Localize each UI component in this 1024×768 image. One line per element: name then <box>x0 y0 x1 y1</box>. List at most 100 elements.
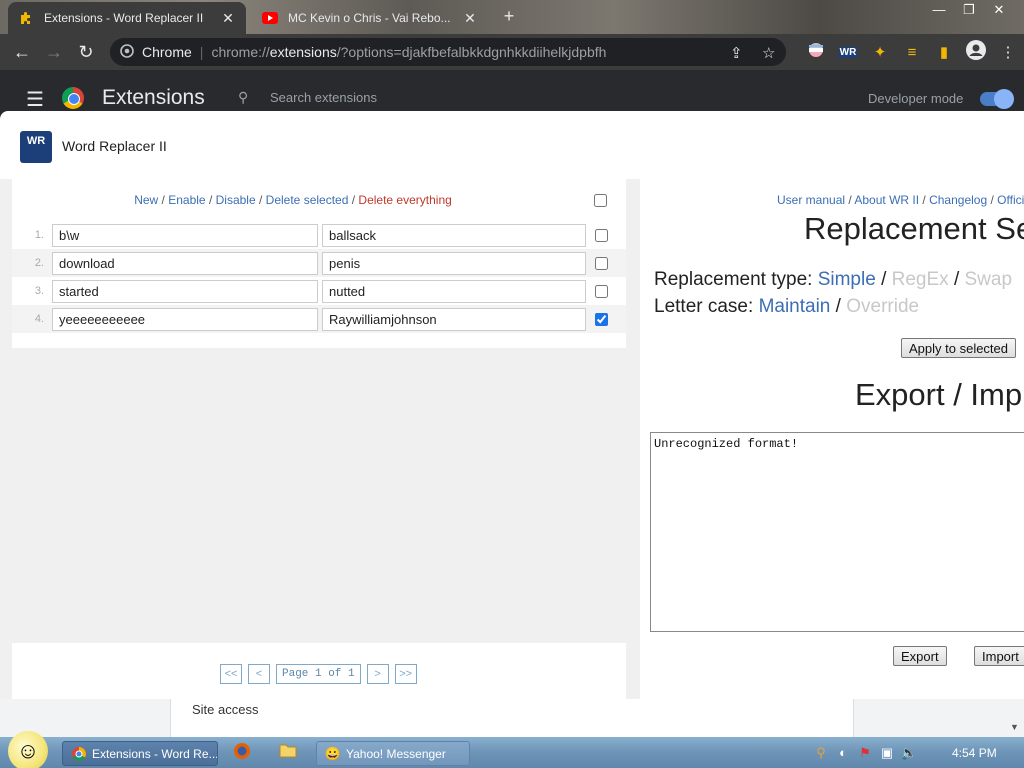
replace-input[interactable] <box>322 307 586 331</box>
tab-close-icon[interactable]: ✕ <box>220 10 236 27</box>
last-page-button[interactable]: >> <box>394 664 417 684</box>
separator: / <box>255 193 266 207</box>
user-manual-link[interactable]: User manual <box>777 193 845 207</box>
address-bar[interactable]: Chrome | chrome:// extensions /?options=… <box>110 38 786 66</box>
rule-actions: New / Enable / Disable / Delete selected… <box>12 193 626 207</box>
select-all-checkbox[interactable] <box>594 194 607 207</box>
replacement-type-label: Replacement type: <box>654 269 813 290</box>
rule-checkbox[interactable] <box>595 228 608 242</box>
reload-icon[interactable]: ↻ <box>70 38 102 66</box>
rule-row: 3. <box>12 277 626 305</box>
url-path: /?options=djakfbefalbkkdgnhkkdiihelkjdpb… <box>336 44 607 60</box>
tab-title: MC Kevin o Chris - Vai Rebo... <box>288 11 451 25</box>
tab-extensions[interactable]: Extensions - Word Replacer II ✕ <box>8 2 246 34</box>
puzzle-extensions-icon[interactable]: ✦ <box>864 43 896 61</box>
playlist-icon[interactable]: ≡ <box>896 44 928 61</box>
url-scheme: chrome:// <box>211 44 270 60</box>
profile-avatar-icon[interactable] <box>960 40 992 64</box>
volume-icon[interactable]: 🔈 <box>898 745 920 761</box>
start-button[interactable]: ☺ <box>8 731 48 768</box>
pagination: << < Page 1 of 1 > >> <box>220 664 423 684</box>
rule-checkbox[interactable] <box>595 284 608 298</box>
tab-youtube[interactable]: MC Kevin o Chris - Vai Rebo... ✕ <box>252 2 488 34</box>
taskbar-item-label: Yahoo! Messenger <box>346 746 446 761</box>
back-arrow-icon[interactable]: ← <box>6 38 38 66</box>
tab-close-icon[interactable]: ✕ <box>462 10 478 27</box>
export-import-heading: Export / Imp <box>855 377 1023 412</box>
status-tray-icon[interactable]: ◐ <box>832 745 854 760</box>
chrome-icon <box>71 746 87 762</box>
separator: / <box>205 193 216 207</box>
rule-checkbox[interactable] <box>595 312 608 326</box>
rule-checkbox[interactable] <box>595 256 608 270</box>
search-input[interactable] <box>270 90 570 105</box>
menu-kebab-icon[interactable]: ⋮ <box>992 43 1024 61</box>
chrome-logo-icon <box>62 87 84 109</box>
smiley-icon: ☺ <box>16 738 40 763</box>
find-input[interactable] <box>52 307 318 331</box>
window-controls: — ❐ ✕ <box>924 2 1014 18</box>
replace-input[interactable] <box>322 223 586 247</box>
import-button[interactable]: Import <box>974 646 1024 666</box>
taskbar-item-chrome[interactable]: Extensions - Word Re... <box>62 741 218 766</box>
word-replacer-extension-icon[interactable]: WR <box>839 46 857 58</box>
find-input[interactable] <box>52 251 318 275</box>
export-button[interactable]: Export <box>893 646 947 666</box>
disable-link[interactable]: Disable <box>216 193 256 207</box>
new-tab-button[interactable]: + <box>498 6 520 27</box>
new-rule-link[interactable]: New <box>134 193 158 207</box>
type-swap-option[interactable]: Swap <box>965 269 1013 290</box>
taskbar-item-yahoo-messenger[interactable]: 😀 Yahoo! Messenger <box>316 741 470 766</box>
first-page-button[interactable]: << <box>220 664 242 684</box>
extension-details-card <box>170 699 854 737</box>
word-replacer-logo: WR <box>20 131 52 163</box>
tab-strip: Extensions - Word Replacer II ✕ MC Kevin… <box>0 0 1024 34</box>
type-regex-option[interactable]: RegEx <box>892 269 949 290</box>
dialog-header: WR Word Replacer II <box>0 111 1024 179</box>
close-window-icon[interactable]: ✕ <box>984 2 1014 18</box>
delete-selected-link[interactable]: Delete selected <box>266 193 349 207</box>
case-maintain-option[interactable]: Maintain <box>759 296 831 317</box>
rule-number: 2. <box>34 257 44 269</box>
replace-input[interactable] <box>322 251 586 275</box>
separator: / <box>835 296 841 317</box>
site-label: Chrome <box>142 44 192 60</box>
separator: / <box>845 193 855 207</box>
help-links: User manual / About WR II / Changelog / … <box>777 193 1024 207</box>
official-link[interactable]: Offici <box>997 193 1024 207</box>
find-input[interactable] <box>52 223 318 247</box>
restore-icon[interactable]: ❐ <box>954 2 984 18</box>
changelog-link[interactable]: Changelog <box>929 193 987 207</box>
next-page-button[interactable]: > <box>366 664 389 684</box>
type-simple-option[interactable]: Simple <box>818 269 876 290</box>
rules-pane: New / Enable / Disable / Delete selected… <box>0 179 640 699</box>
replacement-type-option: Replacement type: Simple / RegEx / Swap <box>654 269 1012 291</box>
separator: / <box>919 193 930 207</box>
extensions-page-background: Site access <box>0 699 1024 737</box>
network-tray-icon[interactable]: ▣ <box>876 745 898 761</box>
prev-page-button[interactable]: < <box>248 664 270 684</box>
search-tray-icon[interactable]: ⚲ <box>810 745 832 761</box>
bookmark-star-icon[interactable]: ☆ <box>762 44 775 62</box>
flag-extension-icon[interactable] <box>800 42 832 62</box>
side-panel-icon[interactable]: ▮ <box>928 43 960 61</box>
minimize-icon[interactable]: — <box>924 2 954 18</box>
share-icon[interactable]: ⇪ <box>730 44 743 62</box>
about-link[interactable]: About WR II <box>854 193 919 207</box>
replace-input[interactable] <box>322 279 586 303</box>
scroll-down-arrow-icon[interactable]: ▼ <box>1010 722 1019 732</box>
export-import-textarea[interactable]: Unrecognized format! <box>650 432 1024 632</box>
developer-mode-toggle[interactable] <box>980 89 1014 109</box>
folder-icon[interactable] <box>279 742 297 763</box>
separator: / <box>158 193 169 207</box>
find-input[interactable] <box>52 279 318 303</box>
forward-arrow-icon[interactable]: → <box>38 38 70 66</box>
rule-number: 4. <box>34 313 44 325</box>
enable-link[interactable]: Enable <box>168 193 205 207</box>
hamburger-menu-icon[interactable]: ☰ <box>26 87 44 112</box>
case-override-option[interactable]: Override <box>846 296 919 317</box>
firefox-icon[interactable] <box>233 742 251 765</box>
security-tray-icon[interactable]: ⚑ <box>854 745 876 761</box>
apply-to-selected-button[interactable]: Apply to selected <box>901 338 1017 358</box>
delete-everything-link[interactable]: Delete everything <box>358 193 451 207</box>
